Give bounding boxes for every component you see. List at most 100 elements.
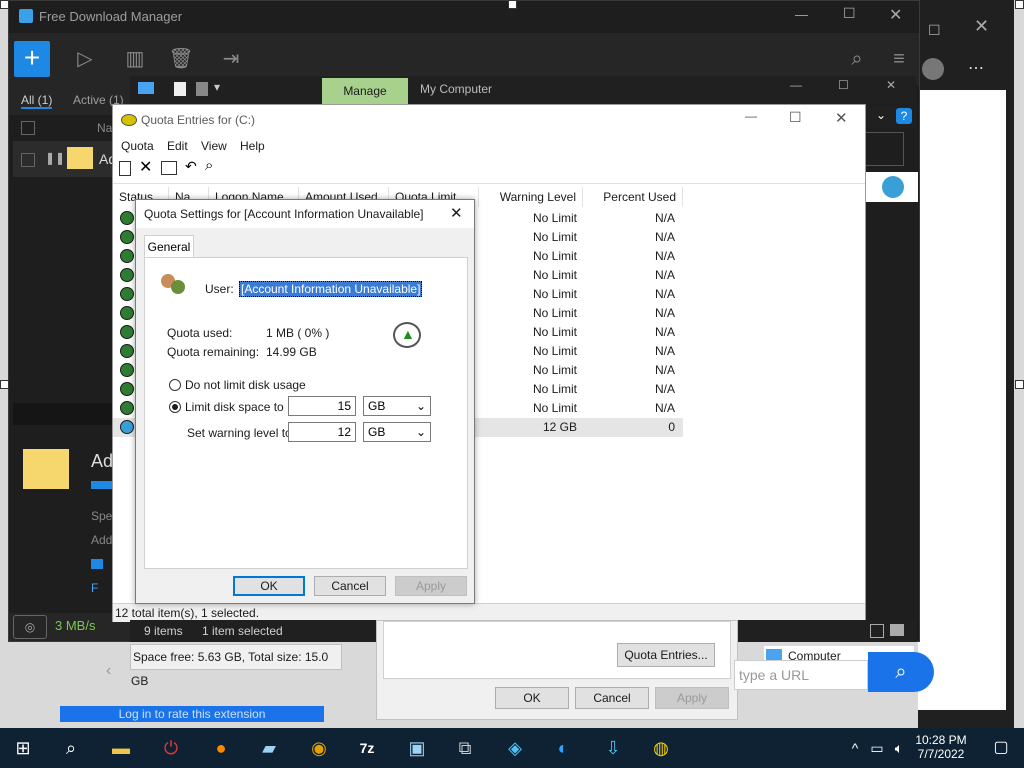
delete-icon[interactable]: ✕: [139, 157, 152, 177]
properties-icon[interactable]: [174, 82, 186, 96]
cancel-button[interactable]: Cancel: [314, 576, 386, 596]
resize-handle[interactable]: [1015, 0, 1024, 9]
warning-level-label: Set warning level to: [187, 426, 292, 440]
chevron-down-icon[interactable]: ⌄: [876, 108, 886, 122]
tiles-view-icon[interactable]: [890, 624, 904, 636]
detail-name: Ad: [91, 451, 114, 471]
power-app-icon[interactable]: ⏻: [148, 728, 194, 768]
new-entry-icon[interactable]: [119, 161, 131, 176]
menu-icon[interactable]: ≡: [881, 41, 917, 77]
open-link[interactable]: F: [91, 581, 98, 595]
add-download-button[interactable]: +: [14, 41, 50, 77]
row-checkbox[interactable]: [21, 153, 35, 167]
notepad-icon[interactable]: ▰: [246, 728, 292, 768]
minimize-icon[interactable]: —: [790, 78, 802, 92]
resize-handle[interactable]: [0, 0, 9, 9]
props-cancel-button[interactable]: Cancel: [575, 687, 649, 709]
select-all-checkbox[interactable]: [21, 121, 35, 135]
quota-taskbar-icon[interactable]: ◍: [638, 728, 684, 768]
folder-icon[interactable]: [91, 559, 103, 569]
play-icon[interactable]: ▷: [67, 41, 103, 77]
maximize-icon[interactable]: ☐: [789, 109, 802, 126]
status-ok-icon: [120, 268, 134, 282]
rate-extension-button[interactable]: Log in to rate this extension: [60, 706, 324, 722]
limit-value-field[interactable]: 15: [288, 396, 356, 416]
properties-icon[interactable]: [161, 161, 177, 175]
tab-manage[interactable]: Manage: [322, 78, 408, 104]
app-icon[interactable]: ◉: [296, 728, 342, 768]
notifications-icon[interactable]: ▢: [978, 728, 1024, 768]
props-ok-button[interactable]: OK: [495, 687, 569, 709]
search-icon[interactable]: ⌕: [48, 728, 94, 768]
fdm-taskbar-icon[interactable]: ⇩: [590, 728, 636, 768]
props-apply-button[interactable]: Apply: [655, 687, 729, 709]
ok-button[interactable]: OK: [233, 576, 305, 596]
resize-handle[interactable]: [508, 0, 517, 9]
limit-disk-label[interactable]: Limit disk space to: [185, 400, 284, 414]
minimize-icon[interactable]: —: [745, 109, 757, 123]
close-icon[interactable]: ✕: [886, 78, 896, 92]
chevron-down-icon: ⌄: [415, 425, 426, 439]
search-box[interactable]: [864, 132, 904, 166]
profile-avatar[interactable]: [922, 58, 944, 80]
quota-entries-button[interactable]: Quota Entries...: [617, 643, 715, 667]
url-input[interactable]: type a URL: [734, 660, 868, 690]
menu-edit[interactable]: Edit: [167, 139, 188, 153]
no-limit-radio[interactable]: [169, 379, 181, 391]
close-icon[interactable]: ✕: [974, 16, 994, 36]
apply-button[interactable]: Apply: [395, 576, 467, 596]
maximize-icon[interactable]: ☐: [928, 22, 948, 38]
edge-icon[interactable]: ◐: [540, 728, 586, 768]
photo-app-icon[interactable]: ◈: [492, 728, 538, 768]
snail-mode-icon[interactable]: ◎: [13, 615, 47, 639]
clock[interactable]: 10:28 PM 7/7/2022: [906, 728, 976, 768]
firefox-icon[interactable]: ●: [198, 728, 244, 768]
search-icon[interactable]: ⌕: [868, 652, 934, 692]
maximize-icon[interactable]: ☐: [843, 5, 856, 22]
file-explorer-icon[interactable]: ▬: [98, 728, 144, 768]
chevron-left-icon[interactable]: ‹: [106, 662, 111, 680]
limit-unit-select[interactable]: GB ⌄: [363, 396, 431, 416]
video-app-icon[interactable]: ▣: [394, 728, 440, 768]
menu-quota[interactable]: Quota: [121, 139, 154, 153]
clock-date: 7/7/2022: [917, 747, 965, 761]
7zip-icon[interactable]: 7z: [344, 728, 390, 768]
user-value[interactable]: [Account Information Unavailable]: [239, 281, 423, 297]
column-warning-level[interactable]: Warning Level: [479, 187, 583, 207]
chevron-down-icon[interactable]: ▾: [214, 80, 220, 94]
search-icon[interactable]: ⌕: [839, 41, 875, 77]
percent-used-cell: N/A: [654, 306, 675, 320]
maximize-icon[interactable]: ☐: [838, 78, 849, 92]
speed-indicator[interactable]: 3 MB/s: [55, 618, 95, 633]
minimize-icon[interactable]: —: [795, 7, 808, 22]
move-icon[interactable]: ⇥: [213, 41, 249, 77]
menu-help[interactable]: Help: [240, 139, 265, 153]
close-icon[interactable]: ✕: [889, 5, 902, 25]
details-view-icon[interactable]: [870, 624, 884, 638]
pause-icon[interactable]: ▥: [117, 41, 153, 77]
windows-start-icon[interactable]: ⊞: [0, 728, 46, 768]
resize-handle[interactable]: [1015, 380, 1024, 389]
delete-icon[interactable]: 🗑: [163, 41, 199, 77]
resize-handle[interactable]: [0, 380, 9, 389]
warning-unit-select[interactable]: GB ⌄: [363, 422, 431, 442]
rename-icon[interactable]: [196, 82, 208, 96]
menu-dots-icon[interactable]: ⋯: [968, 58, 990, 80]
close-icon[interactable]: ✕: [835, 109, 848, 127]
tab-all[interactable]: All (1): [21, 93, 53, 109]
undo-icon[interactable]: ↶: [185, 158, 197, 175]
warning-value-field[interactable]: 12: [288, 422, 356, 442]
name-column-header[interactable]: Na: [97, 121, 112, 135]
quota-used-label: Quota used:: [167, 326, 233, 340]
find-icon[interactable]: ⌕: [205, 157, 213, 174]
network-app-icon[interactable]: ⧉: [442, 728, 488, 768]
menu-view[interactable]: View: [201, 139, 227, 153]
close-icon[interactable]: ✕: [450, 200, 463, 228]
help-icon[interactable]: ?: [896, 108, 912, 124]
limit-disk-radio[interactable]: [169, 401, 181, 413]
tab-general[interactable]: General: [144, 235, 194, 258]
no-limit-label[interactable]: Do not limit disk usage: [185, 378, 306, 392]
quota-settings-titlebar: Quota Settings for [Account Information …: [136, 200, 474, 228]
column-percent-used[interactable]: Percent Used: [583, 187, 683, 207]
pause-icon[interactable]: ❚❚: [45, 151, 65, 165]
